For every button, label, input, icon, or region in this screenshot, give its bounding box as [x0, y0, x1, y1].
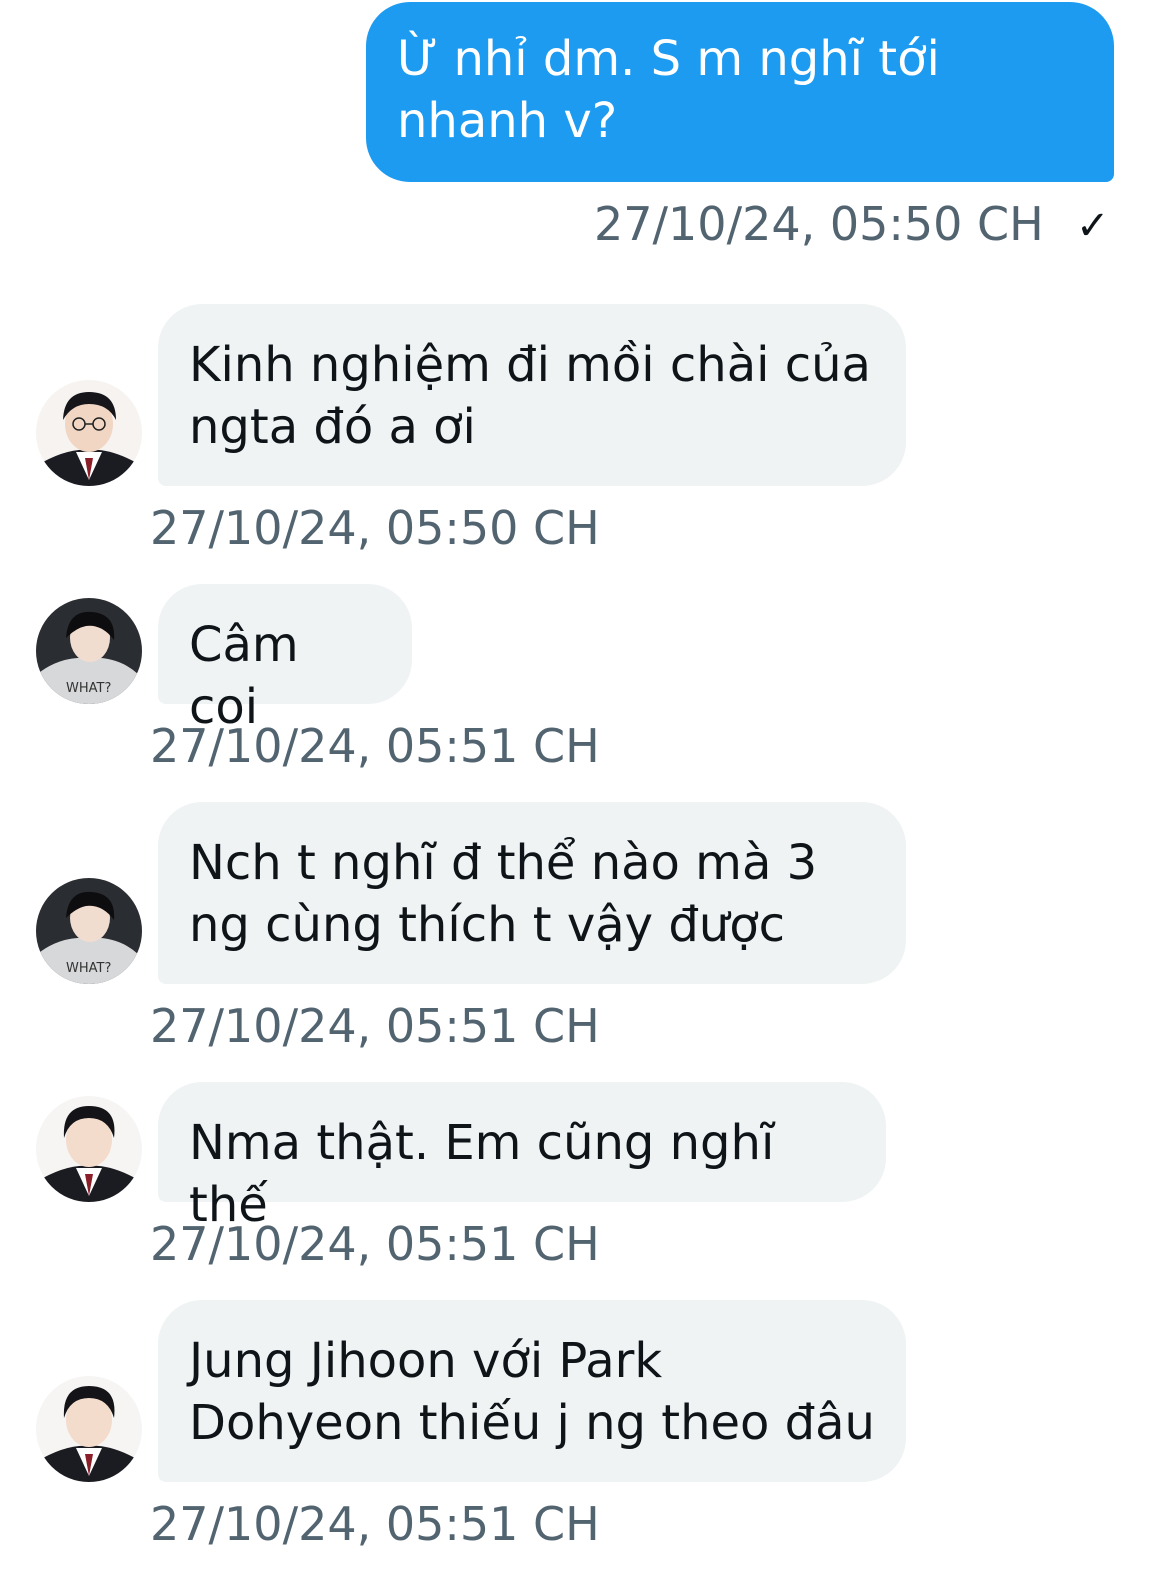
received-message-bubble[interactable]: Nch t nghĩ đ thể nào mà 3 ng cùng thích … — [158, 802, 906, 984]
message-timestamp: 27/10/24, 05:50 CH — [150, 501, 600, 555]
avatar-uniform[interactable] — [36, 1376, 142, 1482]
svg-text:WHAT?: WHAT? — [66, 681, 111, 696]
received-message-bubble[interactable]: Kinh nghiệm đi mồi chài của ngta đó a ơi — [158, 304, 906, 486]
sent-message-bubble[interactable]: Ừ nhỉ dm. S m nghĩ tới nhanh v? — [366, 2, 1114, 182]
message-timestamp: 27/10/24, 05:51 CH — [150, 1497, 600, 1551]
avatar-grey-hoodie[interactable]: WHAT? — [36, 878, 142, 984]
message-timestamp: 27/10/24, 05:50 CH — [594, 197, 1044, 251]
message-timestamp: 27/10/24, 05:51 CH — [150, 719, 600, 773]
avatar-grey-hoodie[interactable]: WHAT? — [36, 598, 142, 704]
avatar-glasses-uniform[interactable] — [36, 380, 142, 486]
message-timestamp: 27/10/24, 05:51 CH — [150, 999, 600, 1053]
received-message-bubble[interactable]: Nma thật. Em cũng nghĩ thế — [158, 1082, 886, 1233]
received-message-bubble[interactable]: Jung Jihoon với Park Dohyeon thiếu j ng … — [158, 1300, 906, 1482]
svg-text:WHAT?: WHAT? — [66, 961, 111, 976]
received-message-bubble[interactable]: Câm coi — [158, 584, 412, 735]
avatar-uniform[interactable] — [36, 1096, 142, 1202]
message-timestamp: 27/10/24, 05:51 CH — [150, 1217, 600, 1271]
checkmark-icon: ✓ — [1076, 203, 1110, 249]
